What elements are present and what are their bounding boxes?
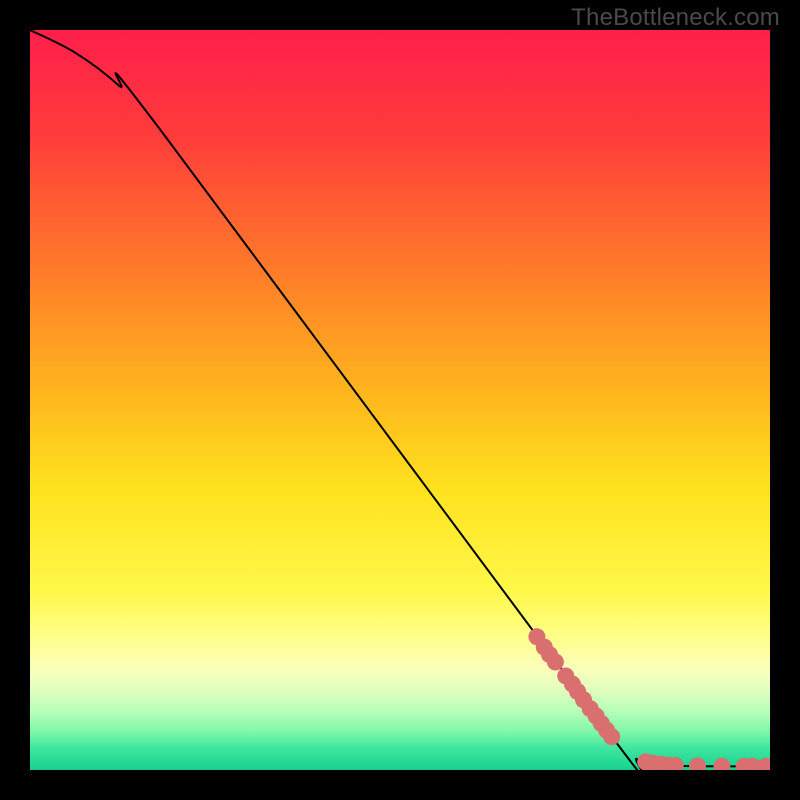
chart-frame: TheBottleneck.com <box>0 0 800 800</box>
watermark-text: TheBottleneck.com <box>571 4 780 32</box>
plot-area <box>30 30 770 770</box>
data-point <box>603 728 620 745</box>
plot-svg <box>30 30 770 770</box>
heat-background <box>30 30 770 770</box>
data-point <box>547 653 564 670</box>
